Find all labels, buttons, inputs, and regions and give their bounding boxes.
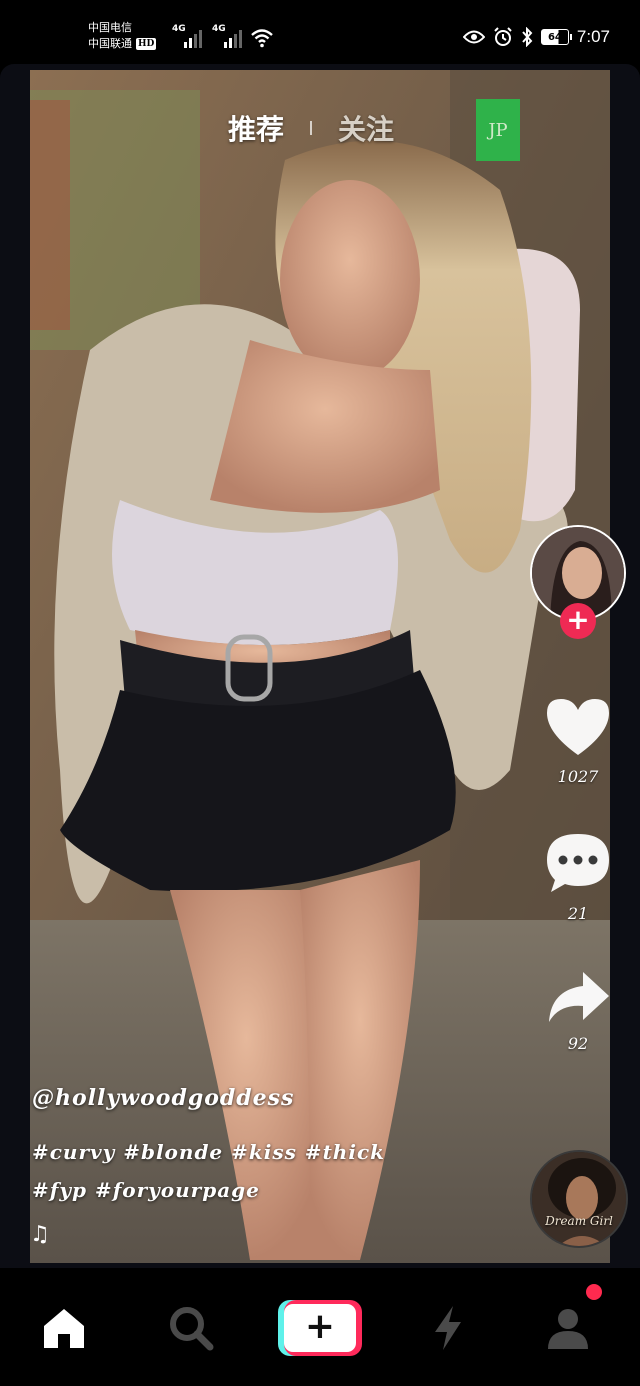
feed-tabs: 推荐 关注 (228, 108, 394, 148)
eye-icon (462, 30, 485, 44)
video-caption: @hollywoodgoddess #curvy #blonde #kiss #… (32, 1085, 432, 1209)
profile-icon (548, 1309, 588, 1349)
like-button[interactable]: 1027 (538, 695, 618, 786)
jp-badge[interactable]: JP (476, 99, 520, 161)
home-icon (44, 1309, 84, 1348)
create-icon: + (278, 1300, 362, 1356)
carrier-labels: 中国电信 中国联通 HD (88, 20, 157, 52)
music-disc-label: Dream Girl (545, 1214, 613, 1228)
music-cover-image (532, 1152, 626, 1246)
carrier-2: 中国联通 (88, 37, 132, 50)
network-type-1: 4G (172, 24, 186, 34)
carrier-1: 中国电信 (88, 21, 132, 34)
follow-button[interactable]: + (560, 603, 596, 639)
comment-icon (547, 834, 609, 892)
hd-badge: HD (136, 38, 157, 50)
clock: 7:07 (576, 27, 610, 46)
nav-search[interactable] (161, 1298, 221, 1358)
signal-icon: 4G (172, 24, 202, 48)
music-disc[interactable]: Dream Girl (530, 1150, 628, 1248)
share-count: 92 (567, 1034, 589, 1053)
lightning-icon (435, 1306, 461, 1350)
tab-following[interactable]: 关注 (338, 108, 394, 148)
comment-count: 21 (567, 904, 589, 923)
signal-icon-2: 4G (212, 24, 242, 48)
alarm-icon (494, 27, 512, 46)
heart-icon (547, 699, 609, 755)
tab-divider (310, 121, 313, 135)
battery-icon: 64 (540, 29, 572, 45)
hashtags[interactable]: #curvy #blonde #kiss #thick #fyp #foryou… (32, 1133, 432, 1209)
nav-create[interactable]: + (276, 1298, 364, 1358)
comment-button[interactable]: 21 (538, 830, 618, 923)
search-icon (170, 1307, 214, 1351)
nav-lightning[interactable] (418, 1298, 478, 1358)
nav-profile[interactable] (538, 1298, 598, 1358)
share-icon (549, 972, 609, 1022)
status-bar: 中国电信 中国联通 HD 4G 4G 64 7:07 (0, 0, 640, 64)
like-count: 1027 (557, 767, 599, 786)
network-type-2: 4G (212, 24, 226, 34)
bottom-nav: + (0, 1268, 640, 1386)
notification-dot (586, 1284, 602, 1300)
wifi-icon (251, 29, 273, 48)
share-button[interactable]: 92 (538, 968, 618, 1053)
author-username[interactable]: @hollywoodgoddess (32, 1085, 432, 1111)
tab-recommend[interactable]: 推荐 (228, 108, 284, 148)
music-note-icon: ♫ (30, 1222, 50, 1247)
bluetooth-icon (522, 27, 533, 47)
nav-home[interactable] (34, 1298, 94, 1358)
